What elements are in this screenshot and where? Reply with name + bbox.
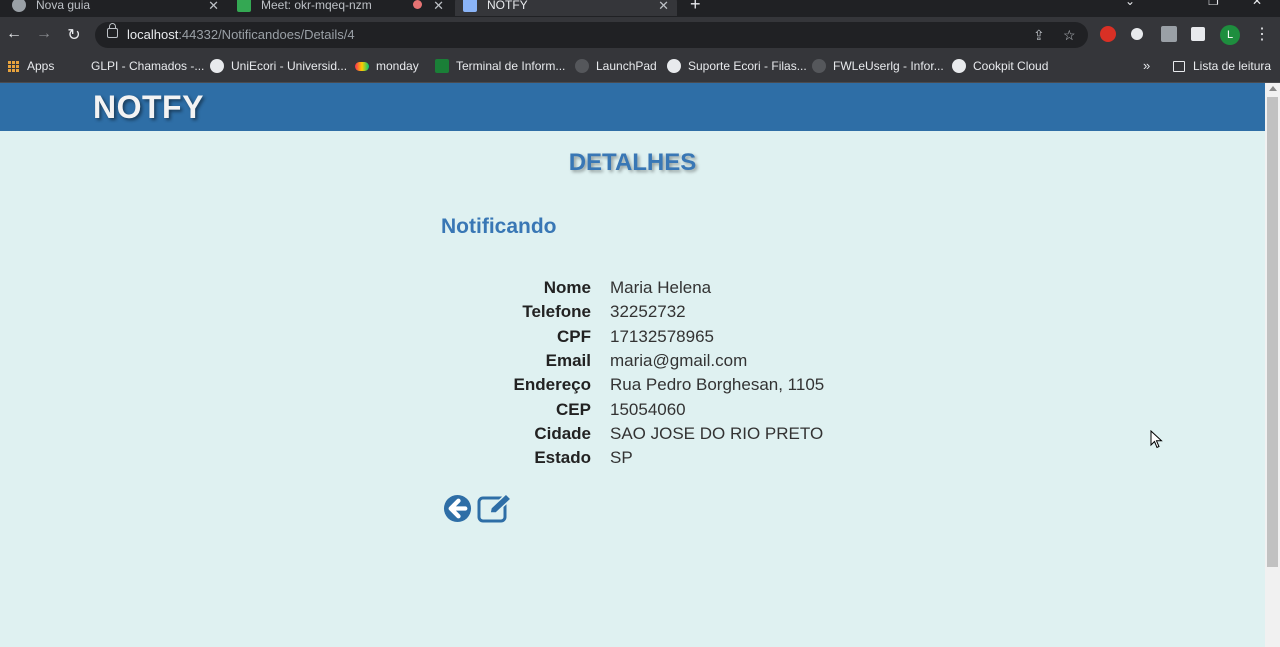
detail-label: Cidade — [534, 423, 591, 443]
bookmark-terminal[interactable]: Terminal de Inform... — [435, 59, 565, 73]
new-tab-button[interactable]: + — [690, 0, 701, 15]
close-tab-icon[interactable]: ✕ — [433, 0, 444, 14]
bookmark-uniecori[interactable]: UniEcori - Universid... — [210, 59, 347, 73]
bookmarks-bar: Apps GLPI - Chamados -... UniEcori - Uni… — [0, 53, 1280, 83]
extension-translate-icon[interactable] — [1161, 26, 1177, 42]
launchpad-icon — [575, 59, 589, 73]
tab-title: NOTFY — [487, 0, 528, 12]
detail-label: Telefone — [522, 302, 591, 322]
fwleuserlg-icon — [812, 59, 826, 73]
app-navbar: NOTFY — [0, 83, 1265, 131]
close-tab-icon[interactable]: ✕ — [658, 0, 669, 14]
scroll-up-arrow-icon[interactable] — [1269, 86, 1277, 91]
monday-icon — [355, 61, 369, 71]
vertical-scrollbar[interactable] — [1265, 83, 1280, 647]
globe-icon — [952, 59, 966, 73]
bookmark-launchpad[interactable]: LaunchPad — [575, 59, 657, 73]
detail-label: Endereço — [513, 375, 591, 395]
detail-value: Rua Pedro Borghesan, 1105 — [610, 375, 825, 395]
extension-chat-icon[interactable] — [1131, 28, 1143, 40]
detail-row-telefone: Telefone 32252732 — [440, 300, 824, 324]
lock-icon — [107, 23, 118, 38]
detail-row-cpf: CPF 17132578965 — [440, 325, 824, 349]
detail-row-cidade: Cidade SAO JOSE DO RIO PRETO — [440, 422, 824, 446]
tab-title: Nova guia — [36, 0, 91, 12]
detail-row-cep: CEP 15054060 — [440, 397, 824, 421]
more-bookmarks-chevron-icon[interactable]: » — [1143, 58, 1150, 73]
details-list: Nome Maria Helena Telefone 32252732 CPF … — [440, 276, 825, 470]
detail-label: CEP — [556, 399, 591, 419]
menu-kebab-icon[interactable]: ⋮ — [1254, 24, 1270, 44]
share-icon[interactable]: ⇪ — [1033, 27, 1045, 44]
extension-red-icon[interactable] — [1100, 26, 1116, 42]
section-title: Notificando — [441, 215, 557, 238]
tab-meet[interactable]: Meet: okr-mqeq-nzm ✕ — [237, 0, 452, 16]
app-brand[interactable]: NOTFY — [93, 89, 204, 126]
reading-list-icon — [1173, 60, 1185, 72]
extensions-puzzle-icon[interactable] — [1191, 27, 1205, 41]
actions-bar — [443, 493, 513, 523]
scrollbar-thumb[interactable] — [1267, 97, 1278, 567]
detail-value: 32252732 — [610, 302, 686, 322]
globe-icon — [210, 59, 224, 73]
apps-grid-icon — [8, 60, 19, 72]
page-icon — [463, 0, 477, 12]
bookmark-monday[interactable]: monday — [355, 59, 419, 73]
detail-label: Email — [545, 351, 591, 371]
detail-value: SAO JOSE DO RIO PRETO — [610, 423, 824, 443]
detail-row-estado: Estado SP — [440, 446, 824, 470]
page-title: DETALHES — [568, 149, 697, 176]
mouse-cursor-icon — [1150, 430, 1163, 449]
tab-notfy[interactable]: NOTFY ✕ — [455, 0, 677, 16]
reload-icon[interactable]: ↻ — [64, 25, 84, 45]
edit-icon[interactable] — [477, 493, 513, 523]
globe-icon — [667, 59, 681, 73]
bookmark-fwleuserlg[interactable]: FWLeUserlg - Infor... — [812, 59, 944, 73]
bookmark-cookpit[interactable]: Cookpit Cloud — [952, 59, 1048, 73]
detail-row-nome: Nome Maria Helena — [440, 276, 824, 300]
address-bar[interactable]: localhost:44332/Notificandoes/Details/4 … — [95, 22, 1088, 48]
terminal-icon — [435, 59, 449, 73]
detail-label: CPF — [557, 326, 591, 346]
close-window-button[interactable]: ✕ — [1252, 0, 1262, 8]
blank-favicon-icon — [70, 59, 84, 73]
bookmark-glpi[interactable]: GLPI - Chamados -... — [70, 59, 204, 73]
tab-title: Meet: okr-mqeq-nzm — [261, 0, 372, 12]
reading-list-button[interactable]: Lista de leitura — [1173, 59, 1271, 73]
detail-value: maria@gmail.com — [610, 351, 748, 371]
detail-value: Maria Helena — [610, 278, 712, 298]
restore-window-button[interactable]: ❐ — [1208, 0, 1219, 8]
detail-value: 17132578965 — [610, 326, 715, 346]
detail-value: SP — [610, 448, 633, 468]
back-arrow-icon[interactable]: ← — [4, 25, 24, 43]
bookmark-star-icon[interactable]: ☆ — [1063, 27, 1076, 44]
profile-avatar[interactable]: L — [1220, 25, 1240, 45]
tab-search-icon[interactable]: ⌄ — [1125, 0, 1135, 8]
browser-tab-strip: Nova guia ✕ Meet: okr-mqeq-nzm ✕ NOTFY ✕… — [0, 0, 1280, 17]
forward-arrow-icon[interactable]: → — [34, 25, 54, 43]
tab-nova-guia[interactable]: Nova guia ✕ — [12, 0, 227, 16]
detail-label: Estado — [534, 448, 591, 468]
detail-value: 15054060 — [610, 399, 686, 419]
globe-icon — [12, 0, 26, 12]
meet-icon — [237, 0, 251, 12]
bookmark-suporte[interactable]: Suporte Ecori - Filas... — [667, 59, 807, 73]
page-content: NOTFY DETALHES Notificando Nome Maria He… — [0, 83, 1265, 647]
arrow-left-circle-icon[interactable] — [443, 494, 472, 523]
detail-label: Nome — [543, 278, 591, 298]
recording-icon — [413, 0, 422, 9]
close-tab-icon[interactable]: ✕ — [208, 0, 219, 14]
bookmark-apps[interactable]: Apps — [8, 59, 54, 73]
browser-toolbar: ← → ↻ localhost:44332/Notificandoes/Deta… — [0, 17, 1280, 53]
detail-row-email: Email maria@gmail.com — [440, 349, 824, 373]
detail-row-endereco: Endereço Rua Pedro Borghesan, 1105 — [440, 373, 825, 397]
url-text[interactable]: localhost:44332/Notificandoes/Details/4 — [127, 27, 355, 42]
